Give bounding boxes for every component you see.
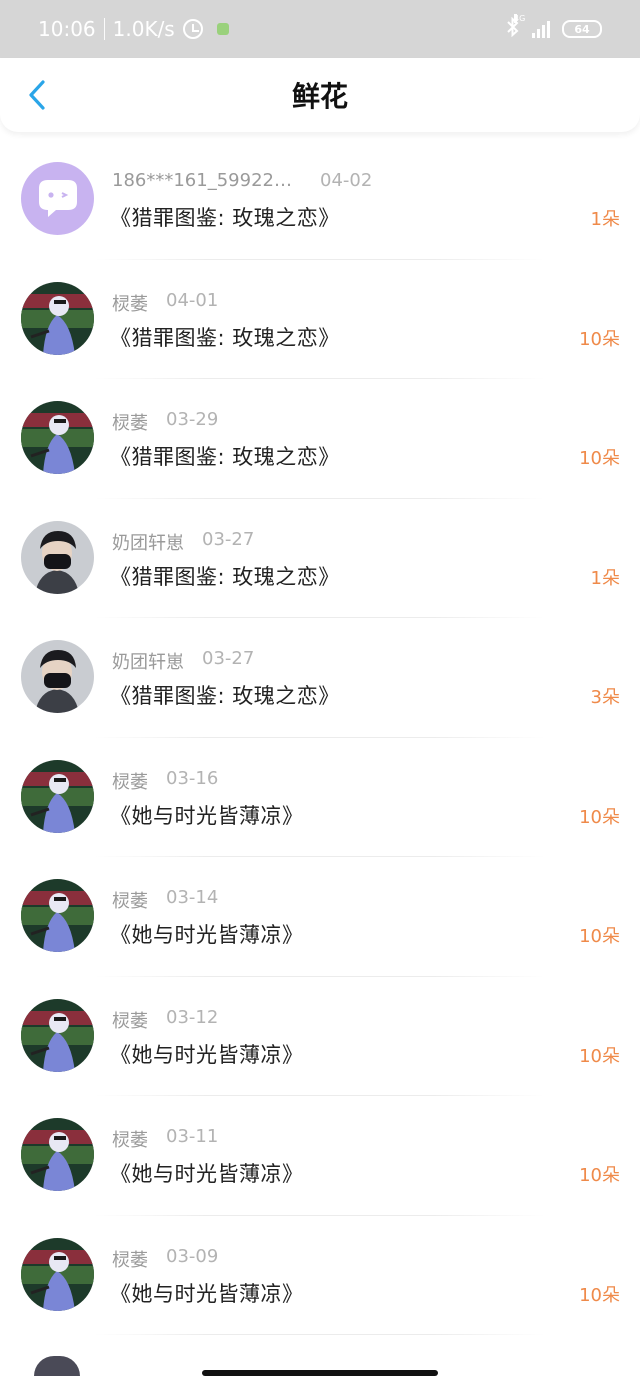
top-nav-bar: 鲜花	[0, 58, 640, 132]
sender-name: 棂萎	[112, 293, 148, 315]
avatar[interactable]	[21, 759, 94, 833]
book-title: 《猎罪图鉴: 玫瑰之恋》	[110, 206, 340, 230]
sender-name: 棂萎	[112, 891, 148, 912]
item-meta: 棂萎 04-01	[112, 290, 218, 316]
item-meta: 棂萎 03-14	[112, 887, 218, 913]
flower-count: 10朵	[579, 1165, 620, 1186]
sender-name: 棂萎	[112, 1249, 148, 1271]
app-notification-icon	[216, 23, 229, 35]
partially-visible-avatar	[34, 1356, 80, 1376]
book-title: 《她与时光皆薄凉》	[110, 1281, 304, 1306]
flower-record-item[interactable]: 186***161_5992209… 04-02 《猎罪图鉴: 玫瑰之恋》 1朵	[0, 140, 640, 260]
flower-count: 10朵	[579, 1284, 620, 1306]
send-date: 03-27	[202, 648, 255, 669]
chevron-left-icon	[29, 80, 45, 110]
flower-record-list: 186***161_5992209… 04-02 《猎罪图鉴: 玫瑰之恋》 1朵 棂萎 0…	[0, 140, 640, 1335]
book-title: 《猎罪图鉴: 玫瑰之恋》	[110, 325, 340, 350]
flower-count: 10朵	[579, 448, 620, 469]
send-date: 03-27	[202, 528, 255, 550]
book-title: 《她与时光皆薄凉》	[110, 803, 304, 828]
flower-record-item[interactable]: 棂萎 03-12 《她与时光皆薄凉》 10朵	[0, 977, 640, 1096]
book-title: 《猎罪图鉴: 玫瑰之恋》	[110, 445, 340, 469]
item-meta: 奶团轩崽 03-27	[112, 529, 254, 555]
book-title: 《她与时光皆薄凉》	[110, 1162, 304, 1186]
send-date: 03-14	[166, 887, 219, 908]
status-bar-right: 4G 64	[506, 14, 602, 42]
flower-count: 1朵	[590, 567, 620, 589]
send-date: 04-02	[320, 170, 373, 191]
flower-count: 3朵	[590, 687, 620, 708]
flower-record-item[interactable]: 奶团轩崽 03-27 《猎罪图鉴: 玫瑰之恋》 1朵	[0, 499, 640, 618]
avatar[interactable]	[21, 1237, 94, 1311]
book-title: 《猎罪图鉴: 玫瑰之恋》	[110, 564, 340, 589]
battery-level: 64	[574, 22, 590, 36]
flower-count: 1朵	[590, 209, 620, 230]
flower-count: 10朵	[579, 926, 620, 947]
flower-count: 10朵	[579, 806, 620, 828]
send-date: 03-11	[166, 1126, 219, 1147]
send-date: 03-12	[166, 1006, 219, 1028]
avatar[interactable]	[21, 1118, 94, 1191]
item-meta: 奶团轩崽 03-27	[112, 648, 254, 674]
sender-name: 186***161_5992209…	[112, 170, 302, 191]
flower-record-item[interactable]: 棂萎 03-11 《她与时光皆薄凉》 10朵	[0, 1096, 640, 1216]
flower-record-item[interactable]: 棂萎 03-09 《她与时光皆薄凉》 10朵	[0, 1216, 640, 1335]
sender-name: 棂萎	[112, 413, 148, 434]
send-date: 03-29	[166, 409, 219, 430]
flower-count: 10朵	[579, 328, 620, 350]
send-date: 03-16	[166, 767, 219, 789]
avatar[interactable]	[21, 879, 94, 952]
home-indicator[interactable]	[202, 1370, 438, 1376]
sender-name: 奶团轩崽	[112, 532, 184, 554]
battery-icon: 64	[562, 20, 602, 38]
network-type: 4G	[514, 14, 526, 23]
item-meta: 棂萎 03-16	[112, 768, 218, 794]
sender-name: 棂萎	[112, 1010, 148, 1032]
divider	[95, 1334, 545, 1335]
sender-name: 奶团轩崽	[112, 652, 184, 673]
status-bar-left: 10:06 1.0K/s	[38, 17, 229, 41]
item-meta: 186***161_5992209… 04-02	[112, 170, 372, 191]
item-meta: 棂萎 03-09	[112, 1246, 218, 1272]
flower-record-item[interactable]: 棂萎 03-29 《猎罪图鉴: 玫瑰之恋》 10朵	[0, 379, 640, 499]
send-date: 04-01	[166, 289, 219, 311]
book-title: 《猎罪图鉴: 玫瑰之恋》	[110, 684, 340, 708]
sender-name: 棂萎	[112, 771, 148, 793]
flower-record-item[interactable]: 奶团轩崽 03-27 《猎罪图鉴: 玫瑰之恋》 3朵	[0, 618, 640, 738]
book-title: 《她与时光皆薄凉》	[110, 1042, 304, 1067]
avatar[interactable]	[21, 998, 94, 1072]
sender-name: 棂萎	[112, 1130, 148, 1151]
avatar[interactable]	[21, 520, 94, 594]
avatar[interactable]	[21, 401, 94, 474]
send-date: 03-09	[166, 1245, 219, 1267]
status-net-speed: 1.0K/s	[112, 17, 175, 41]
item-meta: 棂萎 03-11	[112, 1126, 218, 1152]
status-bar: 10:06 1.0K/s 4G 64	[0, 0, 640, 58]
flower-record-item[interactable]: 棂萎 03-14 《她与时光皆薄凉》 10朵	[0, 857, 640, 977]
page-title: 鲜花	[291, 80, 348, 113]
item-meta: 棂萎 03-29	[112, 409, 218, 435]
alarm-icon	[182, 19, 203, 39]
status-time: 10:06	[38, 17, 96, 41]
avatar[interactable]	[21, 162, 94, 235]
avatar[interactable]	[21, 281, 94, 355]
flower-count: 10朵	[579, 1045, 620, 1067]
flower-record-item[interactable]: 棂萎 04-01 《猎罪图鉴: 玫瑰之恋》 10朵	[0, 260, 640, 379]
item-meta: 棂萎 03-12	[112, 1007, 218, 1033]
back-button[interactable]	[22, 78, 52, 112]
book-title: 《她与时光皆薄凉》	[110, 923, 304, 947]
status-divider	[103, 18, 105, 40]
flower-record-item[interactable]: 棂萎 03-16 《她与时光皆薄凉》 10朵	[0, 738, 640, 857]
avatar[interactable]	[21, 640, 94, 713]
signal-icon: 4G	[514, 14, 550, 38]
